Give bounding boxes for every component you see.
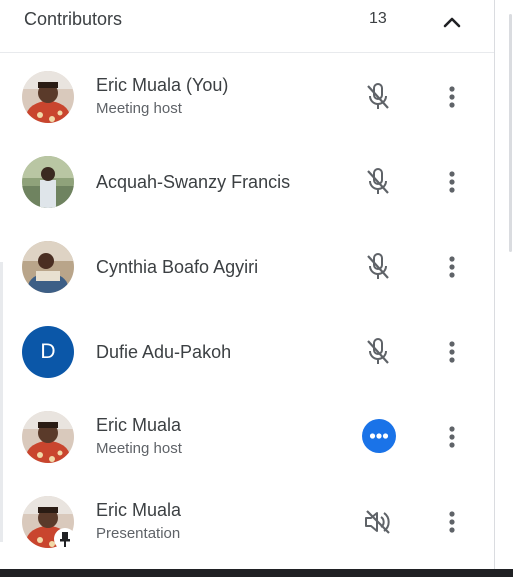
participant-name: Eric Muala	[96, 500, 182, 520]
left-edge-divider	[0, 262, 3, 542]
contributors-panel: Contributors 13 Eric Muala (You) Meeting…	[0, 0, 496, 569]
mic-off-icon[interactable]	[358, 247, 398, 287]
participant-name: Cynthia Boafo Agyiri	[96, 257, 259, 277]
participant-row[interactable]: Eric Muala (You) Meeting host	[0, 55, 494, 140]
participant-row[interactable]: Cynthia Boafo Agyiri	[0, 225, 494, 310]
header-divider	[0, 52, 494, 53]
more-options-icon[interactable]	[436, 247, 468, 287]
participant-row[interactable]: Eric Muala Presentation	[0, 480, 494, 565]
more-options-blue-icon[interactable]	[362, 419, 396, 453]
participant-role: Presentation	[96, 525, 181, 542]
participant-name: Eric Muala	[96, 415, 182, 435]
volume-off-icon[interactable]	[358, 502, 398, 542]
avatar	[22, 411, 74, 463]
participant-name: Eric Muala (You)	[96, 75, 229, 95]
more-options-icon[interactable]	[436, 77, 468, 117]
avatar	[22, 156, 74, 208]
more-options-icon[interactable]	[436, 162, 468, 202]
more-options-icon[interactable]	[436, 332, 468, 372]
pin-icon	[54, 528, 76, 550]
participant-row[interactable]: Eric Muala Meeting host	[0, 395, 494, 480]
contributor-count: 13	[369, 10, 387, 27]
participant-role: Meeting host	[96, 100, 182, 117]
participant-row[interactable]: Acquah-Swanzy Francis	[0, 140, 494, 225]
more-options-icon[interactable]	[436, 502, 468, 542]
mic-off-icon[interactable]	[358, 77, 398, 117]
panel-header: Contributors 13	[0, 0, 494, 44]
avatar: D	[22, 326, 74, 378]
mic-off-icon[interactable]	[358, 332, 398, 372]
participant-name: Dufie Adu-Pakoh	[96, 342, 232, 362]
participant-name: Acquah-Swanzy Francis	[96, 172, 291, 192]
panel-title: Contributors	[24, 9, 123, 29]
mic-off-icon[interactable]	[358, 162, 398, 202]
panel-border	[494, 0, 495, 569]
participant-role: Meeting host	[96, 440, 182, 457]
more-options-icon[interactable]	[436, 417, 468, 457]
avatar	[22, 241, 74, 293]
avatar	[22, 71, 74, 123]
chevron-up-icon	[443, 17, 461, 28]
scrollbar-thumb[interactable]	[509, 14, 512, 252]
collapse-button[interactable]	[436, 6, 468, 38]
bottom-bar	[0, 569, 513, 577]
participant-row[interactable]: D Dufie Adu-Pakoh	[0, 310, 494, 395]
